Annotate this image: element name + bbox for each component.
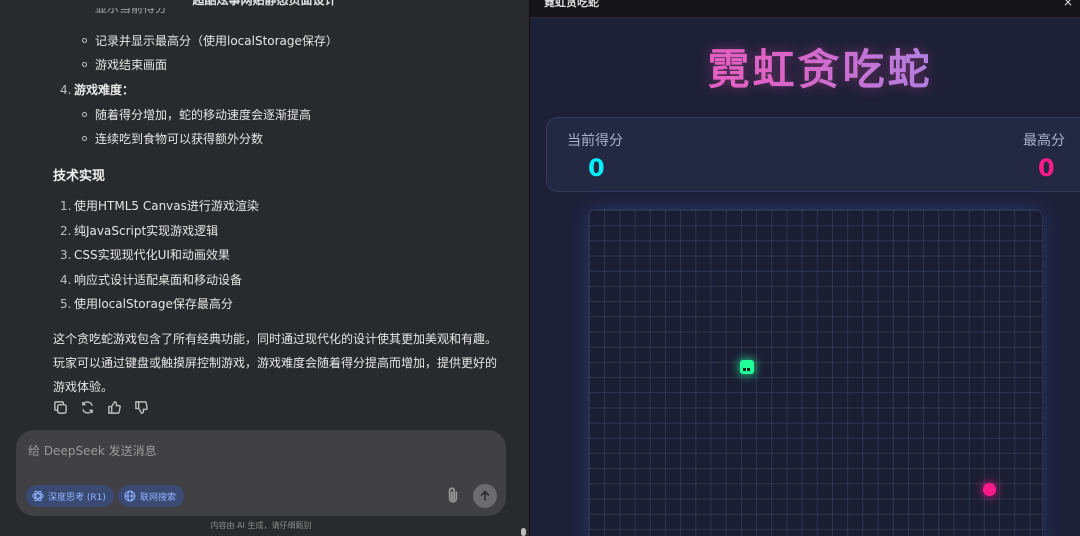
chat-title: 超酷炫事网贴静态页面设计 (192, 0, 337, 7)
globe-icon (124, 490, 136, 502)
food-dot (983, 483, 996, 496)
message-input-box[interactable]: 给 DeepSeek 发送消息 深度思考 (R1) 联网搜索 (16, 430, 506, 516)
cutoff-text: 显示当前得分 (95, 8, 168, 15)
game-board[interactable] (588, 209, 1043, 536)
score-panel: 当前得分 0 最高分 0 (546, 117, 1080, 192)
footer-disclaimer: 内容由 AI 生成，请仔细甄别 (210, 521, 312, 530)
thumbs-up-icon[interactable] (107, 400, 122, 415)
list-item: 连续吃到食物可以获得额外分数 (82, 131, 263, 147)
list-item: 5. 使用localStorage保存最高分 (60, 297, 233, 311)
list-item: 随着得分增加，蛇的移动速度会逐渐提高 (82, 107, 311, 123)
list-item: 1. 使用HTML5 Canvas进行游戏渲染 (60, 199, 259, 213)
arrow-up-icon (480, 490, 490, 501)
message-input[interactable]: 给 DeepSeek 发送消息 (28, 442, 157, 459)
close-icon[interactable]: × (1063, 0, 1073, 9)
snake-eye (743, 368, 746, 371)
preview-topbar: 霓虹贪吃蛇 × (530, 0, 1080, 18)
high-score-value: 0 (1038, 154, 1055, 182)
thumbs-down-icon[interactable] (134, 400, 149, 415)
chat-panel: 超酷炫事网贴静态页面设计 显示当前得分 记录并显示最高分（使用localStor… (0, 0, 529, 536)
list-item: 3. CSS实现现代化UI和动画效果 (60, 248, 230, 262)
attach-icon[interactable] (444, 486, 462, 504)
snake-head (740, 360, 754, 374)
web-search-button[interactable]: 联网搜索 (118, 485, 185, 507)
deepthink-button[interactable]: 深度思考 (R1) (26, 485, 114, 507)
bullet-icon (82, 112, 87, 117)
current-score-value: 0 (588, 154, 605, 182)
list-item-difficulty: 4. 游戏难度： (60, 83, 135, 97)
section-heading: 技术实现 (53, 169, 106, 184)
bullet-icon (82, 136, 87, 141)
preview-window-title: 霓虹贪吃蛇 (544, 0, 599, 9)
game-title: 霓虹贪吃蛇 (530, 36, 1080, 97)
scrollbar[interactable] (521, 528, 526, 536)
game-preview-panel: 霓虹贪吃蛇 × 霓虹贪吃蛇 当前得分 0 最高分 0 (529, 0, 1080, 536)
summary-paragraph: 这个贪吃蛇游戏包含了所有经典功能，同时通过现代化的设计使其更加美观和有趣。玩家可… (53, 332, 498, 394)
current-score-label: 当前得分 (567, 133, 623, 149)
list-item: 2. 纯JavaScript实现游戏逻辑 (60, 224, 219, 238)
atom-icon (32, 490, 44, 502)
bullet-icon (82, 62, 87, 67)
snake-eye (747, 368, 750, 371)
list-item: 记录并显示最高分（使用localStorage保存） (82, 33, 338, 49)
list-item: 游戏结束画面 (82, 57, 167, 73)
list-item: 4. 响应式设计适配桌面和移动设备 (60, 273, 243, 287)
copy-icon[interactable] (53, 400, 68, 415)
bullet-icon (82, 38, 87, 43)
regenerate-icon[interactable] (80, 400, 95, 415)
send-button[interactable] (473, 484, 497, 508)
message-actions (53, 400, 149, 415)
high-score-label: 最高分 (1023, 133, 1065, 149)
